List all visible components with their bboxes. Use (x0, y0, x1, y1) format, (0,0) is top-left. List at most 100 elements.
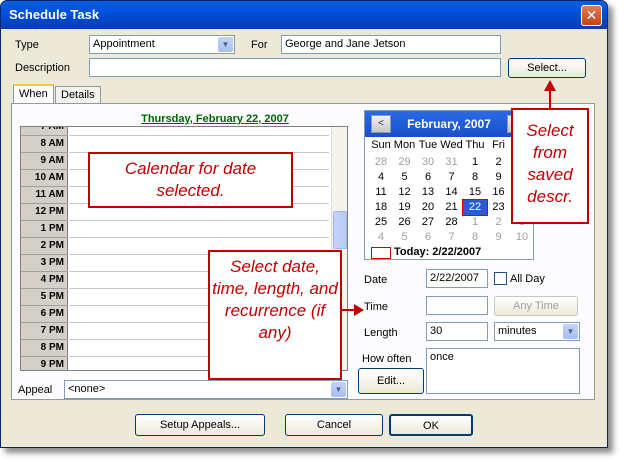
time-slot[interactable] (69, 221, 329, 238)
calendar-day[interactable]: 5 (393, 170, 417, 185)
calendar-day[interactable]: 12 (393, 185, 417, 200)
today-marker (371, 247, 391, 259)
calendar-day[interactable]: 9 (487, 230, 511, 245)
calendar-day[interactable]: 8 (463, 170, 487, 185)
time-row-label: 8 PM (21, 340, 68, 357)
time-row-label: 4 PM (21, 272, 68, 289)
tab-details[interactable]: Details (55, 86, 101, 104)
calendar-day[interactable]: 28 (440, 215, 464, 230)
date-field[interactable]: 2/22/2007 (426, 269, 488, 288)
recurrence-field[interactable]: once (426, 348, 580, 394)
calendar-day[interactable]: 28 (369, 155, 393, 170)
calendar-day[interactable]: 15 (463, 185, 487, 200)
time-row-label: 10 AM (21, 170, 68, 187)
scrollbar-thumb[interactable] (333, 211, 347, 249)
calendar-day[interactable]: 6 (416, 230, 440, 245)
length-unit-select[interactable]: minutes ▼ (494, 322, 580, 341)
weekday-header: Thu (465, 139, 485, 151)
time-field[interactable] (426, 296, 488, 315)
calendar-day[interactable]: 7 (440, 230, 464, 245)
title-bar[interactable]: Schedule Task ✕ (1, 1, 607, 29)
cancel-button[interactable]: Cancel (285, 414, 383, 436)
time-row-label: 6 PM (21, 306, 68, 323)
today-label[interactable]: Today: 2/22/2007 (394, 246, 481, 258)
close-button[interactable]: ✕ (581, 5, 602, 26)
calendar-day[interactable]: 2 (487, 155, 511, 170)
calendar-day[interactable]: 5 (393, 230, 417, 245)
month-calendar[interactable]: February, 2007 < > SunMonTueWedThuFriSat… (364, 110, 534, 260)
calendar-day[interactable]: 27 (416, 215, 440, 230)
day-view-title[interactable]: Thursday, February 22, 2007 (80, 113, 350, 125)
schedule-task-dialog: Schedule Task ✕ Type Appointment ▼ For G… (0, 0, 608, 448)
time-row-label: 3 PM (21, 255, 68, 272)
calendar-day[interactable]: 21 (440, 200, 464, 215)
setup-appeals-button[interactable]: Setup Appeals... (135, 414, 265, 436)
callout-calendar: Calendar for date selected. (88, 152, 293, 208)
calendar-day[interactable]: 4 (369, 170, 393, 185)
calendar-day[interactable]: 11 (369, 185, 393, 200)
time-row-label: 1 PM (21, 221, 68, 238)
calendar-day[interactable]: 19 (393, 200, 417, 215)
calendar-day[interactable]: 7 (440, 170, 464, 185)
calendar-month-label: February, 2007 (407, 117, 491, 131)
calendar-day[interactable]: 25 (369, 215, 393, 230)
callout-arrow-line (549, 90, 551, 108)
calendar-day[interactable]: 2 (487, 215, 511, 230)
calendar-day[interactable]: 23 (487, 200, 511, 215)
window-title: Schedule Task (9, 7, 100, 22)
weekday-header: Wed (440, 139, 463, 151)
chevron-down-icon[interactable]: ▼ (563, 324, 578, 339)
time-row-label: 7 PM (21, 323, 68, 340)
time-slot[interactable] (69, 127, 329, 136)
chevron-down-icon[interactable]: ▼ (331, 382, 346, 397)
calendar-day[interactable]: 10 (510, 230, 534, 245)
calendar-day[interactable]: 1 (463, 155, 487, 170)
type-label: Type (15, 39, 39, 51)
ok-button[interactable]: OK (389, 414, 473, 436)
calendar-day[interactable]: 26 (393, 215, 417, 230)
weekday-header: Sun (371, 139, 391, 151)
tab-when[interactable]: When (13, 84, 54, 104)
calendar-day[interactable]: 4 (369, 230, 393, 245)
calendar-day[interactable]: 1 (463, 215, 487, 230)
weekday-header: Fri (492, 139, 505, 151)
for-field[interactable]: George and Jane Jetson (281, 35, 501, 54)
calendar-day[interactable]: 30 (416, 155, 440, 170)
weekday-header: Mon (393, 139, 416, 151)
length-field[interactable]: 30 (426, 322, 488, 341)
length-label: Length (364, 327, 398, 339)
type-value: Appointment (93, 38, 155, 50)
length-unit-value: minutes (498, 325, 537, 337)
prev-month-button[interactable]: < (371, 115, 391, 133)
calendar-day[interactable]: 6 (416, 170, 440, 185)
description-label: Description (15, 62, 71, 74)
edit-recurrence-button[interactable]: Edit... (358, 368, 424, 394)
weekday-header: Tue (418, 139, 438, 151)
time-row-label: 5 PM (21, 289, 68, 306)
description-field[interactable] (89, 58, 501, 77)
calendar-day[interactable]: 22 (462, 199, 488, 216)
calendar-day[interactable]: 20 (416, 200, 440, 215)
all-day-label: All Day (510, 273, 545, 285)
chevron-down-icon[interactable]: ▼ (218, 37, 233, 52)
calendar-day[interactable]: 16 (487, 185, 511, 200)
all-day-checkbox[interactable] (494, 272, 507, 285)
appeal-label: Appeal (18, 384, 53, 396)
appeal-value: <none> (68, 383, 106, 395)
time-slot[interactable] (69, 136, 329, 153)
calendar-day[interactable]: 18 (369, 200, 393, 215)
select-description-button[interactable]: Select... (508, 58, 586, 78)
time-row-label: 7 AM (21, 127, 68, 136)
calendar-day[interactable]: 29 (393, 155, 417, 170)
calendar-day[interactable]: 13 (416, 185, 440, 200)
calendar-day[interactable]: 14 (440, 185, 464, 200)
calendar-day[interactable]: 8 (463, 230, 487, 245)
time-row-label: 9 PM (21, 357, 68, 370)
callout-date-time: Select date, time, length, and recurrenc… (208, 250, 342, 380)
calendar-day[interactable]: 9 (487, 170, 511, 185)
appeal-select[interactable]: <none> ▼ (64, 380, 348, 399)
time-row-label: 2 PM (21, 238, 68, 255)
type-select[interactable]: Appointment ▼ (89, 35, 235, 54)
calendar-day[interactable]: 31 (440, 155, 464, 170)
any-time-button[interactable]: Any Time (494, 296, 578, 316)
